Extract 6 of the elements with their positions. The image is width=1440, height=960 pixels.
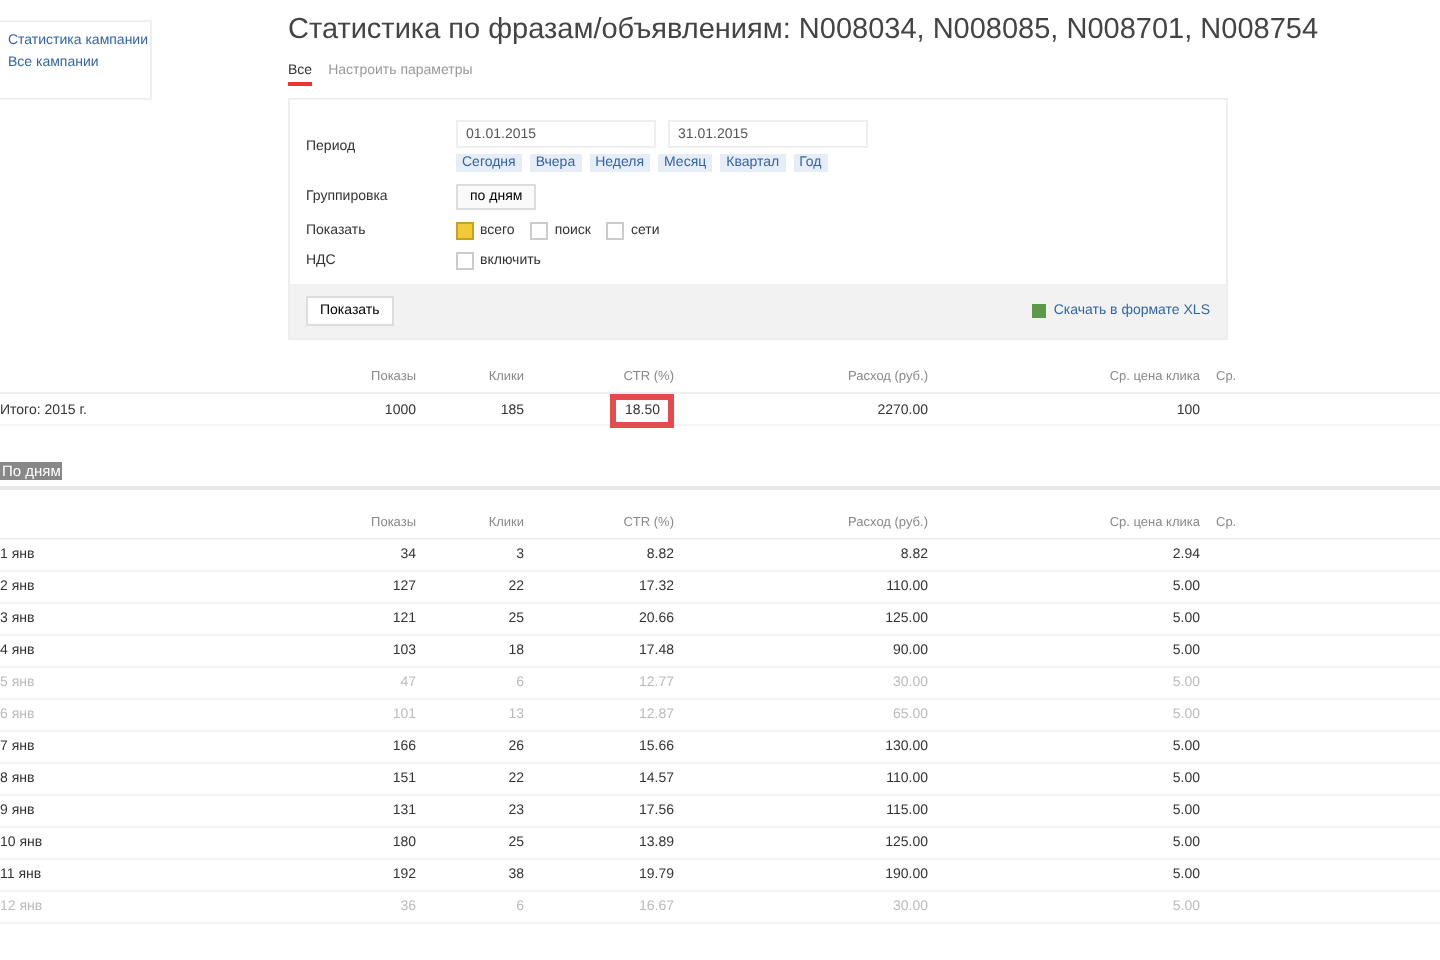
checkbox[interactable] [456, 222, 474, 240]
checkbox[interactable] [456, 252, 474, 270]
checkbox[interactable] [530, 222, 549, 240]
spreadsheet-icon [1031, 304, 1046, 318]
page-title: Статистика по фразам/объявлениям: N008034, N008085, N008701, N008754 [288, 12, 1319, 48]
checkbox[interactable] [606, 222, 625, 240]
